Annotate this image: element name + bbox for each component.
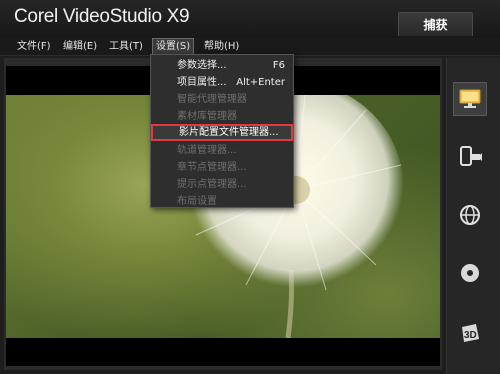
output-sidebar: 3D	[446, 58, 500, 374]
menu-settings[interactable]: 设置(S)	[152, 38, 195, 55]
menu-item-shortcut: Alt+Enter	[236, 77, 285, 88]
menu-item-label: 参数选择...	[177, 60, 227, 71]
menu-item-label: 提示点管理器...	[177, 179, 247, 190]
3d-icon: 3D	[462, 324, 479, 342]
menu-item-cue-point-manager: 提示点管理器...	[151, 176, 293, 193]
menu-item-label: 影片配置文件管理器...	[179, 127, 279, 138]
menu-item-chapter-point-manager: 章节点管理器...	[151, 159, 293, 176]
menu-file[interactable]: 文件(F)	[14, 38, 54, 55]
menu-item-label: 布局设置	[177, 196, 217, 207]
sidebar-item-3d[interactable]: 3D	[453, 316, 487, 350]
sidebar-item-disc[interactable]	[453, 256, 487, 290]
app-title: Corel VideoStudio X9	[14, 6, 190, 27]
menu-help[interactable]: 帮助(H)	[201, 38, 242, 55]
title-bar: Corel VideoStudio X9 捕获	[0, 0, 500, 38]
tab-capture[interactable]: 捕获	[398, 12, 473, 36]
settings-dropdown-menu: 参数选择... F6 项目属性... Alt+Enter 智能代理管理器 素材库…	[150, 54, 294, 208]
menu-item-layout-settings: 布局设置	[151, 193, 293, 210]
menu-item-library-manager: 素材库管理器	[151, 108, 293, 125]
menu-item-label: 素材库管理器	[177, 111, 237, 122]
menu-item-smart-proxy-manager: 智能代理管理器	[151, 91, 293, 108]
menu-item-project-properties[interactable]: 项目属性... Alt+Enter	[151, 74, 293, 91]
menu-tools[interactable]: 工具(T)	[106, 38, 146, 55]
menu-item-label: 章节点管理器...	[177, 162, 247, 173]
sidebar-item-device[interactable]	[453, 140, 487, 174]
menu-item-label: 项目属性...	[177, 77, 227, 88]
menu-item-shortcut: F6	[272, 60, 285, 71]
menu-item-preferences[interactable]: 参数选择... F6	[151, 57, 293, 74]
monitor-icon	[459, 89, 481, 108]
menu-item-track-manager: 轨道管理器...	[151, 142, 293, 159]
menu-item-movie-profile-manager[interactable]: 影片配置文件管理器...	[151, 124, 293, 141]
menu-item-label: 轨道管理器...	[177, 145, 237, 156]
sidebar-item-web[interactable]	[453, 198, 487, 232]
menu-edit[interactable]: 编辑(E)	[60, 38, 100, 55]
globe-icon	[460, 205, 480, 225]
menu-item-label: 智能代理管理器	[177, 94, 247, 105]
sidebar-item-computer[interactable]	[453, 82, 487, 116]
svg-text:3D: 3D	[464, 330, 477, 341]
mobile-device-icon	[460, 146, 482, 166]
disc-icon	[461, 264, 479, 282]
